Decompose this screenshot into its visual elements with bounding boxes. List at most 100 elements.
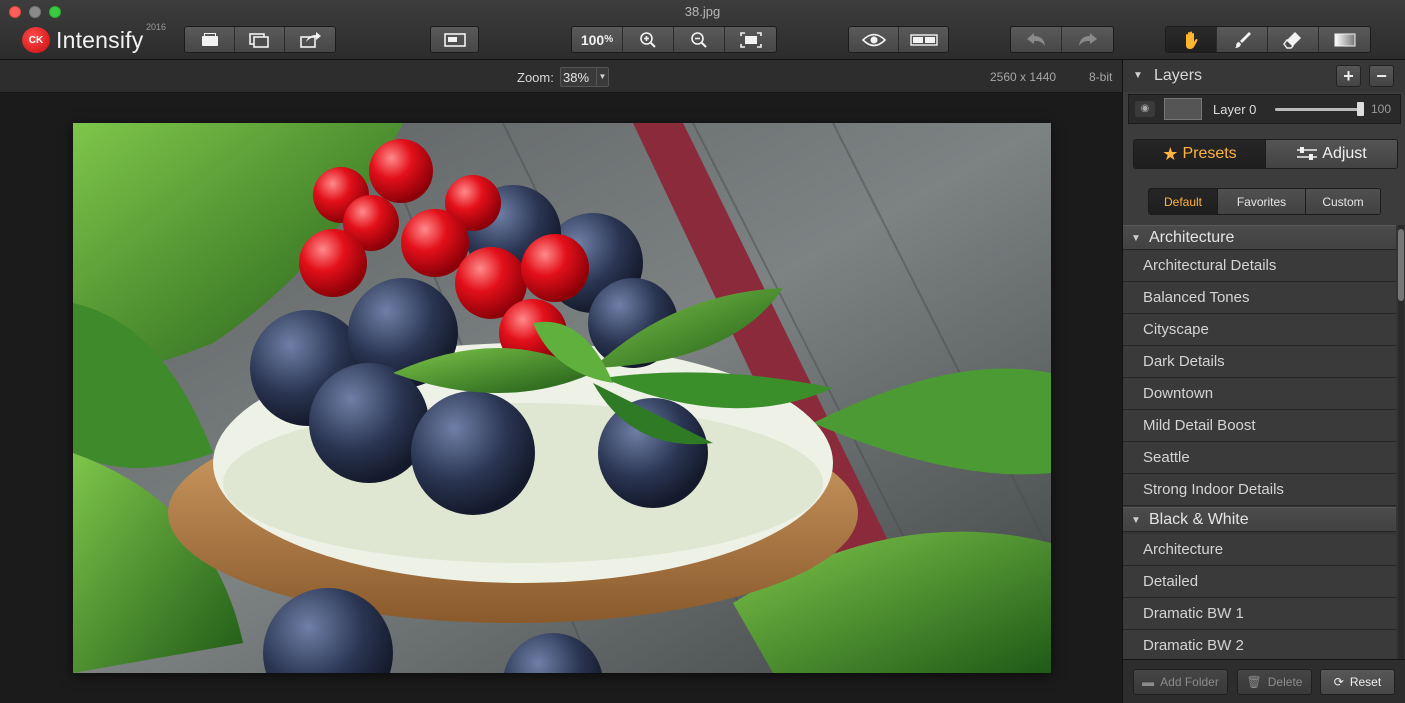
undo-icon — [1027, 32, 1045, 46]
reset-label: Reset — [1349, 675, 1382, 689]
actual-size-button[interactable]: 100% — [572, 27, 623, 52]
brush-tool-icon — [1235, 31, 1251, 48]
zoom-value: 38% — [563, 70, 590, 85]
preset-item-label: Architectural Details — [1143, 257, 1277, 274]
open-button[interactable] — [185, 27, 235, 52]
layer-opacity-slider[interactable] — [1275, 108, 1361, 111]
layer-opacity-value: 100 — [1371, 102, 1392, 116]
preset-item-label: Detailed — [1143, 573, 1199, 590]
zoom-in-button[interactable] — [623, 27, 674, 52]
preset-group-header[interactable]: ▼ Black & White — [1123, 507, 1396, 532]
open-icon — [201, 32, 218, 46]
compare-icon — [909, 33, 938, 46]
add-folder-label: Add Folder — [1160, 675, 1219, 689]
preview-toggle-button[interactable] — [849, 27, 899, 52]
preset-item[interactable]: Detailed — [1123, 566, 1396, 598]
bit-depth: 8-bit — [1089, 70, 1113, 84]
star-icon: ★ — [1162, 143, 1179, 164]
fit-screen-button[interactable] — [725, 27, 776, 52]
share-icon — [300, 31, 321, 48]
fit-screen-icon — [739, 31, 762, 48]
preset-item[interactable]: Strong Indoor Details — [1123, 474, 1396, 506]
preset-item[interactable]: Seattle — [1123, 442, 1396, 474]
tab-presets[interactable]: ★ Presets — [1134, 140, 1266, 168]
preset-item[interactable]: Mild Detail Boost — [1123, 410, 1396, 442]
photo-image — [73, 123, 1051, 673]
eraser-tool-button[interactable] — [1268, 27, 1319, 52]
trash-icon: 🗑 — [1246, 675, 1262, 689]
tab-default[interactable]: Default — [1149, 189, 1218, 214]
window-title: 38.jpg — [684, 4, 721, 19]
image-canvas[interactable] — [0, 94, 1122, 703]
zoom-in-icon — [640, 31, 656, 48]
tab-adjust-label: Adjust — [1322, 145, 1367, 162]
preset-group-name: Black & White — [1149, 511, 1249, 528]
share-button[interactable] — [285, 27, 335, 52]
preset-item-label: Strong Indoor Details — [1143, 481, 1284, 498]
layers-title: Layers — [1154, 67, 1203, 84]
delete-label: Delete — [1267, 675, 1303, 689]
preset-item[interactable]: Downtown — [1123, 378, 1396, 410]
preset-item-label: Mild Detail Boost — [1143, 417, 1256, 434]
layer-opacity-slider-handle[interactable] — [1357, 102, 1364, 116]
eraser-tool-icon — [1283, 31, 1301, 49]
hand-tool-button[interactable] — [1166, 27, 1217, 52]
tools-button-group — [1165, 26, 1371, 53]
remove-layer-button[interactable]: − — [1369, 65, 1394, 87]
preset-list-scrollbar[interactable] — [1398, 225, 1404, 659]
zoom-out-button[interactable] — [674, 27, 725, 52]
preset-item[interactable]: Balanced Tones — [1123, 282, 1396, 314]
tab-favorites[interactable]: Favorites — [1218, 189, 1306, 214]
preset-item-label: Downtown — [1143, 385, 1214, 402]
preset-item[interactable]: Dramatic BW 1 — [1123, 598, 1396, 630]
preset-item[interactable]: Dark Details — [1123, 346, 1396, 378]
photo-preview — [73, 123, 1051, 673]
zoom-out-icon — [691, 31, 707, 48]
brand-logo: CK Intensify 2016 — [22, 22, 166, 54]
disclosure-triangle-icon[interactable]: ▼ — [1133, 70, 1143, 81]
window-layout-icon — [443, 32, 466, 47]
reset-button[interactable]: ⟳ Reset — [1320, 669, 1395, 695]
layers-header: ▼ Layers + − — [1123, 60, 1405, 92]
preset-item[interactable]: Dramatic BW 2 — [1123, 630, 1396, 659]
layer-visibility-eye-icon[interactable]: ◉ — [1135, 101, 1155, 117]
zoom-button-group: 100% — [571, 26, 777, 53]
brand-name: Intensify — [56, 26, 144, 53]
toolbar: 38.jpg CK Intensify 2016 100 % — [0, 0, 1405, 60]
tab-adjust[interactable]: Adjust — [1266, 140, 1397, 168]
chevron-down-icon: ▼ — [596, 68, 608, 86]
delete-button[interactable]: 🗑 Delete — [1237, 669, 1312, 695]
zoom-select[interactable]: 38% ▼ — [560, 67, 609, 87]
preset-item-label: Cityscape — [1143, 321, 1209, 338]
batch-icon — [248, 32, 269, 48]
preset-item[interactable]: Architecture — [1123, 534, 1396, 566]
preset-category-tabs: Default Favorites Custom — [1148, 188, 1381, 215]
layer-row[interactable]: ◉ Layer 0 100 — [1128, 94, 1401, 124]
compare-button[interactable] — [899, 27, 948, 52]
preset-group-header[interactable]: ▼ Architecture — [1123, 225, 1396, 250]
brush-tool-button[interactable] — [1217, 27, 1268, 52]
preset-item-label: Dark Details — [1143, 353, 1225, 370]
preset-item[interactable]: Cityscape — [1123, 314, 1396, 346]
ck-logo-icon: CK — [22, 27, 50, 53]
gradient-tool-icon — [1334, 33, 1355, 46]
batch-button[interactable] — [235, 27, 285, 52]
undo-button[interactable] — [1011, 27, 1062, 52]
tab-custom[interactable]: Custom — [1306, 189, 1380, 214]
preset-item[interactable]: Architectural Details — [1123, 250, 1396, 282]
preset-actions-bar: ▬ Add Folder 🗑 Delete ⟳ Reset — [1123, 659, 1405, 703]
redo-button[interactable] — [1062, 27, 1113, 52]
add-folder-button[interactable]: ▬ Add Folder — [1133, 669, 1228, 695]
add-layer-button[interactable]: + — [1336, 65, 1361, 87]
preset-list: ▼ Architecture Architectural Details Bal… — [1123, 225, 1405, 659]
panel-toggle-button[interactable] — [431, 27, 478, 52]
gradient-tool-button[interactable] — [1319, 27, 1370, 52]
sliders-icon — [1297, 147, 1318, 160]
view-button-group — [848, 26, 949, 53]
hand-tool-icon — [1186, 31, 1198, 49]
preset-item-label: Dramatic BW 2 — [1143, 637, 1244, 654]
scrollbar-thumb[interactable] — [1398, 229, 1404, 301]
zoom-label: Zoom: — [517, 70, 554, 85]
app-window: 38.jpg CK Intensify 2016 100 % Zoom: 38%… — [0, 0, 1405, 703]
image-info-bar: Zoom: 38% ▼ 2560 x 1440 8-bit — [0, 60, 1122, 93]
